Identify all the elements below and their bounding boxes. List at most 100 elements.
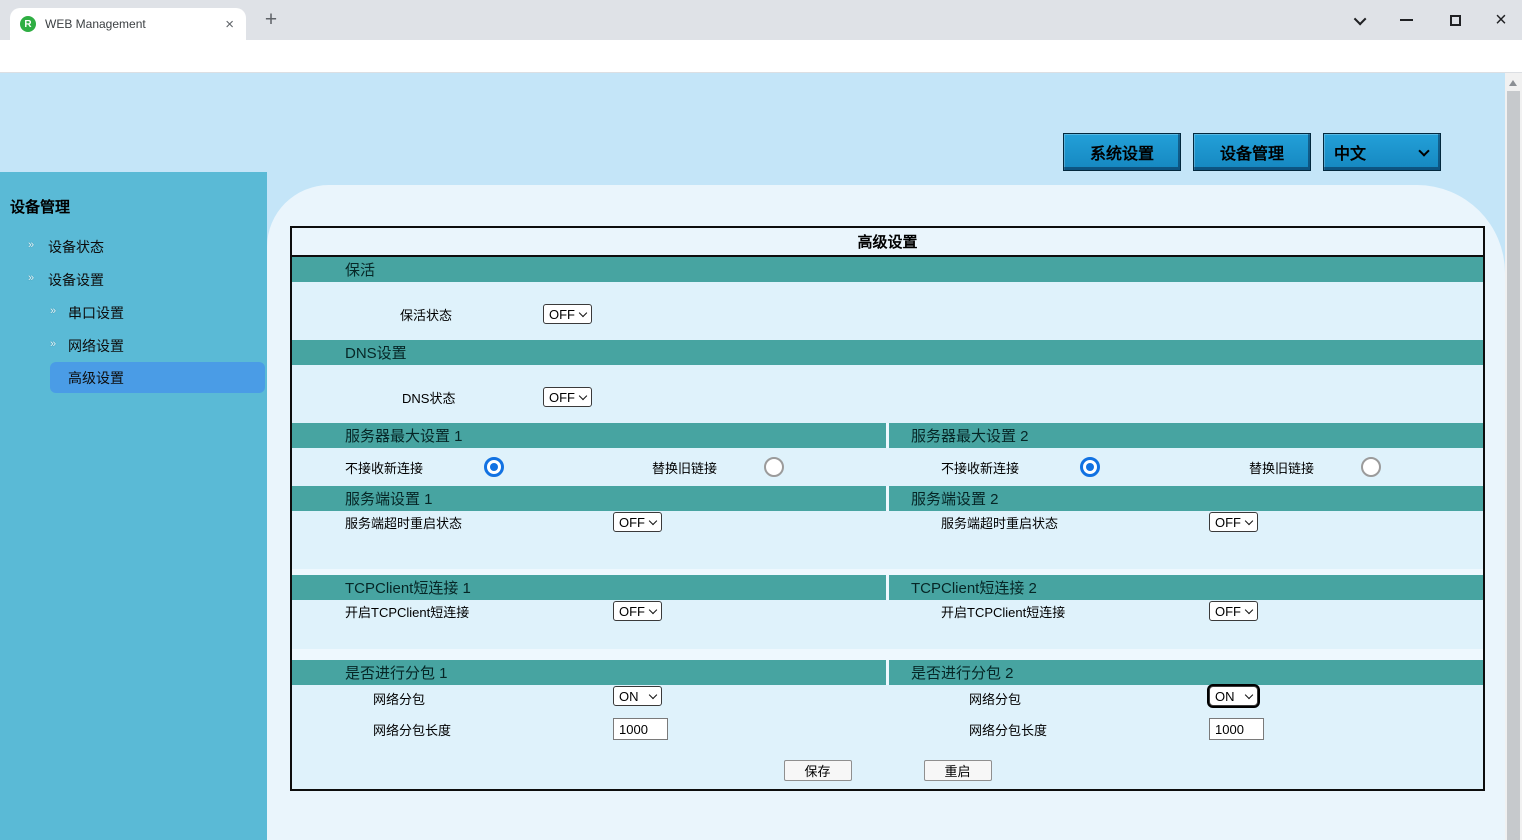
server-timeout-restart-label-1: 服务端超时重启状态 [345,512,462,532]
server-timeout-restart-label-2: 服务端超时重启状态 [941,512,1058,532]
keepalive-status-label: 保活状态 [400,304,452,324]
maximize-icon[interactable] [1444,10,1466,30]
network-packet-select-1[interactable]: ON [613,686,662,706]
page-scrollbar[interactable] [1505,73,1522,840]
section-header-server-side: 服务端设置 1 服务端设置 2 [292,486,1483,511]
section-header-keepalive: 保活 [292,257,1483,282]
section-header-label: 是否进行分包 2 [911,660,1014,685]
sidebar-item-advanced-settings[interactable]: 高级设置 [50,362,265,393]
sidebar-item-label: 设备设置 [48,270,104,290]
server-timeout-restart-value-1: OFF [619,515,645,530]
save-button[interactable]: 保存 [784,760,852,781]
sidebar-title: 设备管理 [10,196,70,217]
action-button-row: 保存 重启 [292,751,1483,789]
replace-old-link-radio-2[interactable] [1361,457,1381,477]
sidebar-item-device-status[interactable]: » 设备状态 [0,236,267,258]
section-gap [292,649,1483,660]
section-header-server-max: 服务器最大设置 1 服务器最大设置 2 [292,423,1483,448]
tcp-client-row: 开启TCPClient短连接 OFF 开启TCPClient短连接 OFF [292,600,1483,649]
chevron-down-icon [649,606,657,614]
network-packet-value-1: ON [619,689,639,704]
network-packet-label-2: 网络分包 [969,688,1021,708]
device-management-button[interactable]: 设备管理 [1193,133,1311,171]
section-header-label: 服务端设置 2 [911,486,999,511]
dns-status-value: OFF [549,390,575,405]
packet-length-row: 网络分包长度 网络分包长度 [292,711,1483,751]
tcp-client-short-link-label-1: 开启TCPClient短连接 [345,601,469,621]
no-new-connection-label-1: 不接收新连接 [345,457,423,477]
sidebar-item-network-settings[interactable]: » 网络设置 [0,335,267,357]
chevron-down-icon [649,517,657,525]
section-header-label: 服务器最大设置 1 [345,423,463,448]
network-packet-label-1: 网络分包 [373,688,425,708]
chevron-down-icon [579,392,587,400]
section-header-tcp-client: TCPClient短连接 1 TCPClient短连接 2 [292,575,1483,600]
scrollbar-thumb[interactable] [1507,91,1520,840]
chevron-down-icon [1245,691,1253,699]
language-select[interactable]: 中文 [1323,133,1441,171]
restart-button[interactable]: 重启 [924,760,992,781]
no-new-connection-label-2: 不接收新连接 [941,457,1019,477]
network-packet-length-label-1: 网络分包长度 [373,719,451,739]
scroll-up-icon[interactable] [1509,80,1517,86]
arrow-bullet-icon: » [28,272,34,284]
replace-old-link-label-1: 替换旧链接 [652,457,717,477]
server-timeout-restart-select-1[interactable]: OFF [613,512,662,532]
close-icon[interactable]: × [1490,10,1512,30]
tcp-client-short-link-value-2: OFF [1215,604,1241,619]
arrow-bullet-icon: » [28,239,34,251]
no-new-connection-radio-1[interactable] [484,457,504,477]
section-header-dns: DNS设置 [292,340,1483,365]
section-header-label: 是否进行分包 1 [345,660,448,685]
network-packet-length-label-2: 网络分包长度 [969,719,1047,739]
chevron-down-icon [1245,606,1253,614]
dns-status-select[interactable]: OFF [543,387,592,407]
sidebar-item-serial-settings[interactable]: » 串口设置 [0,302,267,324]
sidebar-item-device-settings[interactable]: » 设备设置 [0,269,267,291]
tcp-client-short-link-label-2: 开启TCPClient短连接 [941,601,1065,621]
server-side-row: 服务端超时重启状态 OFF 服务端超时重启状态 OFF [292,511,1483,569]
section-header-label: 服务端设置 1 [345,486,433,511]
chevron-down-icon [649,691,657,699]
tcp-client-short-link-select-2[interactable]: OFF [1209,601,1258,621]
page-title: 高级设置 [292,228,1483,257]
tab-close-icon[interactable]: × [223,17,236,32]
replace-old-link-radio-1[interactable] [764,457,784,477]
browser-tab[interactable]: R WEB Management × [10,8,246,40]
sidebar-item-label: 网络设置 [68,336,124,356]
section-header-label: TCPClient短连接 2 [911,575,1037,600]
tab-search-icon[interactable] [1350,10,1372,30]
browser-address-bar: 不安全 192.168.0.148/html/DeviceSet.html ⋮ [0,40,1522,73]
packet-length-input-1[interactable] [613,718,668,740]
section-header-label: 保活 [345,257,375,282]
tab-title: WEB Management [45,17,223,31]
sidebar-item-label: 串口设置 [68,303,124,323]
minimize-icon[interactable] [1395,10,1417,30]
sidebar-item-label: 高级设置 [68,368,124,388]
replace-old-link-label-2: 替换旧链接 [1249,457,1314,477]
browser-tab-strip: R WEB Management × + × [0,0,1522,40]
tcp-client-short-link-select-1[interactable]: OFF [613,601,662,621]
arrow-bullet-icon: » [50,338,56,350]
section-header-label: 服务器最大设置 2 [911,423,1029,448]
keepalive-status-select[interactable]: OFF [543,304,592,324]
tcp-client-short-link-value-1: OFF [619,604,645,619]
chevron-down-icon [1418,145,1429,156]
network-packet-select-2[interactable]: ON [1209,686,1258,706]
chevron-down-icon [1245,517,1253,525]
section-header-label: DNS设置 [345,340,407,365]
section-header-label: TCPClient短连接 1 [345,575,471,600]
keepalive-row: 保活状态 OFF [292,282,1483,340]
advanced-settings-table: 高级设置 保活 保活状态 OFF DNS设置 DNS状态 OFF 服务器最大设置… [290,226,1485,791]
new-tab-icon[interactable]: + [260,9,282,31]
section-header-packet: 是否进行分包 1 是否进行分包 2 [292,660,1483,685]
server-timeout-restart-select-2[interactable]: OFF [1209,512,1258,532]
sidebar: 设备管理 » 设备状态 » 设备设置 » 串口设置 » 网络设置 高级设置 [0,172,267,840]
no-new-connection-radio-2[interactable] [1080,457,1100,477]
keepalive-status-value: OFF [549,307,575,322]
language-value: 中文 [1334,140,1366,164]
server-timeout-restart-value-2: OFF [1215,515,1241,530]
system-settings-button[interactable]: 系统设置 [1063,133,1181,171]
packet-length-input-2[interactable] [1209,718,1264,740]
chevron-down-icon [579,309,587,317]
